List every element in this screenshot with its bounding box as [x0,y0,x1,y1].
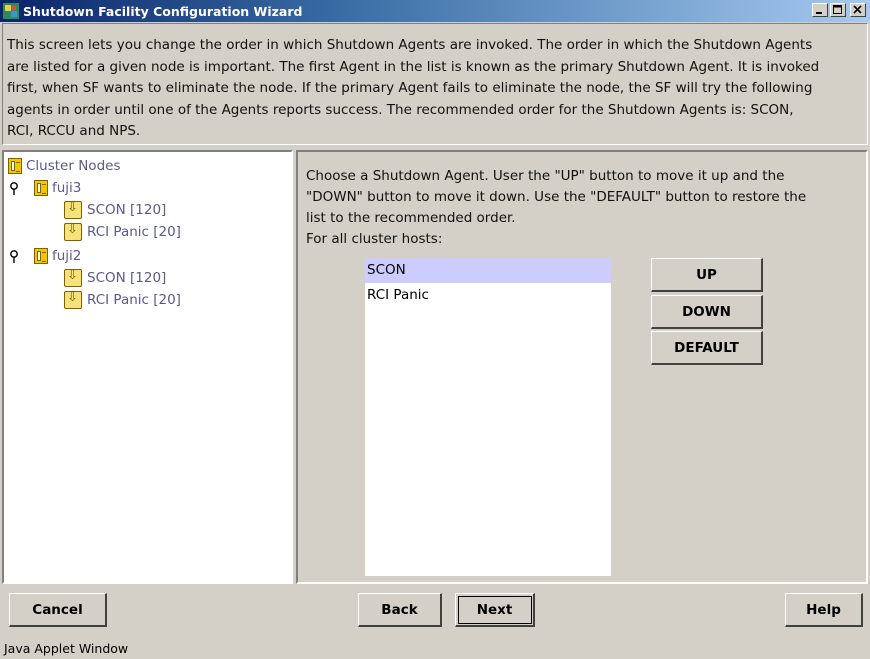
maximize-button[interactable] [830,3,846,17]
help-button[interactable]: Help [785,593,863,627]
down-button[interactable]: DOWN [651,295,763,329]
tree-agent-label: SCON [120] [87,202,167,218]
intro-line: RCI, RCCU and NPS. [7,123,141,139]
minimize-icon [816,12,822,14]
list-item[interactable]: RCI Panic [365,283,611,308]
tree-agent-item[interactable]: RCI Panic [20] [64,290,181,310]
instruction-line: "DOWN" button to move it down. Use the "… [306,189,807,205]
expand-toggle-icon[interactable] [9,250,20,266]
intro-line: This screen lets you change the order in… [7,37,813,53]
intro-line: first, when SF wants to eliminate the no… [7,80,813,96]
close-icon [853,5,862,14]
default-button[interactable]: DEFAULT [651,331,763,365]
cancel-button[interactable]: Cancel [9,593,107,627]
tree-root-label: Cluster Nodes [26,158,121,174]
up-button[interactable]: UP [651,258,763,292]
agent-icon [64,200,82,219]
instruction-line: list to the recommended order. [306,210,516,226]
agent-order-list[interactable]: SCON RCI Panic [365,258,611,576]
cluster-icon [8,158,22,174]
tree-agent-label: SCON [120] [87,270,167,286]
window-title: Shutdown Facility Configuration Wizard [23,3,303,19]
next-button[interactable]: Next [455,593,535,627]
instructions-text: Choose a Shutdown Agent. User the "UP" b… [306,166,856,229]
title-bar[interactable]: Shutdown Facility Configuration Wizard [0,0,870,22]
agent-icon [64,268,82,287]
tree-root[interactable]: Cluster Nodes [8,156,120,176]
cluster-tree[interactable]: Cluster Nodes fuji3 SCON [120] RCI Panic… [2,150,293,584]
status-bar: Java Applet Window [0,638,870,659]
intro-line: agents in order until one of the Agents … [7,101,794,118]
instruction-line: Choose a Shutdown Agent. User the "UP" b… [306,168,785,184]
node-icon [34,248,48,264]
hosts-label: For all cluster hosts: [306,231,443,247]
app-icon [3,3,19,19]
tree-agent-label: RCI Panic [20] [87,224,181,240]
agent-icon [64,222,82,241]
maximize-icon [833,5,842,14]
tree-node-label: fuji3 [52,180,82,196]
tree-agent-label: RCI Panic [20] [87,292,181,308]
back-button[interactable]: Back [358,593,442,627]
agent-order-panel: Choose a Shutdown Agent. User the "UP" b… [296,150,868,584]
tree-agent-item[interactable]: RCI Panic [20] [64,222,181,242]
minimize-button[interactable] [812,3,828,17]
tree-agent-item[interactable]: SCON [120] [64,268,166,288]
agent-icon [64,290,82,309]
intro-description: This screen lets you change the order in… [2,23,868,145]
tree-agent-item[interactable]: SCON [120] [64,200,166,220]
tree-node-fuji3[interactable]: fuji3 [34,178,81,198]
tree-node-label: fuji2 [52,248,82,264]
close-button[interactable] [850,3,866,17]
intro-line: are listed for a given node is important… [7,58,820,75]
tree-node-fuji2[interactable]: fuji2 [34,246,81,266]
list-item[interactable]: SCON [365,258,611,283]
node-icon [34,180,48,196]
expand-toggle-icon[interactable] [9,182,20,198]
